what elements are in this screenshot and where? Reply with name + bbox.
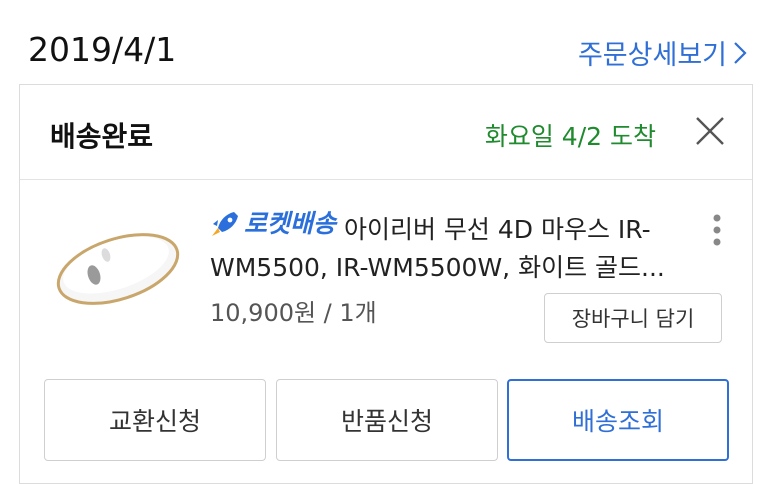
card-header: 배송완료 화요일 4/2 도착 xyxy=(20,85,752,180)
arrival-date: 화요일 4/2 도착 xyxy=(484,122,656,151)
order-detail-link[interactable]: 주문상세보기 xyxy=(578,33,747,72)
product-image[interactable] xyxy=(46,215,186,315)
rocket-label: 로켓배송 xyxy=(244,209,337,238)
chevron-right-icon xyxy=(734,41,747,64)
more-options-icon[interactable] xyxy=(712,213,722,247)
exchange-button[interactable]: 교환신청 xyxy=(44,379,266,461)
order-detail-label: 주문상세보기 xyxy=(577,40,727,71)
add-to-cart-button[interactable]: 장바구니 담기 xyxy=(544,293,722,343)
price-quantity: 10,900원 / 1개 xyxy=(210,299,377,327)
order-card: 배송완료 화요일 4/2 도착 로켓배송 아이리버 무선 4D 마우스 IR- xyxy=(19,84,753,484)
return-button[interactable]: 반품신청 xyxy=(276,379,498,461)
product-name-line2: WM5500, IR-WM5500W, 화이트 골드... xyxy=(210,253,665,282)
product-name-line1: 로켓배송 아이리버 무선 4D 마우스 IR- xyxy=(210,205,690,249)
product-info[interactable]: 로켓배송 아이리버 무선 4D 마우스 IR- WM5500, IR-WM550… xyxy=(210,205,690,287)
rocket-icon xyxy=(212,212,238,236)
track-delivery-button[interactable]: 배송조회 xyxy=(507,379,729,461)
rocket-badge: 로켓배송 xyxy=(210,205,336,243)
product-name-text1: 아이리버 무선 4D 마우스 IR- xyxy=(336,215,651,244)
close-icon[interactable] xyxy=(694,115,726,147)
delivery-status: 배송완료 xyxy=(50,120,154,153)
order-date: 2019/4/1 xyxy=(28,30,177,69)
